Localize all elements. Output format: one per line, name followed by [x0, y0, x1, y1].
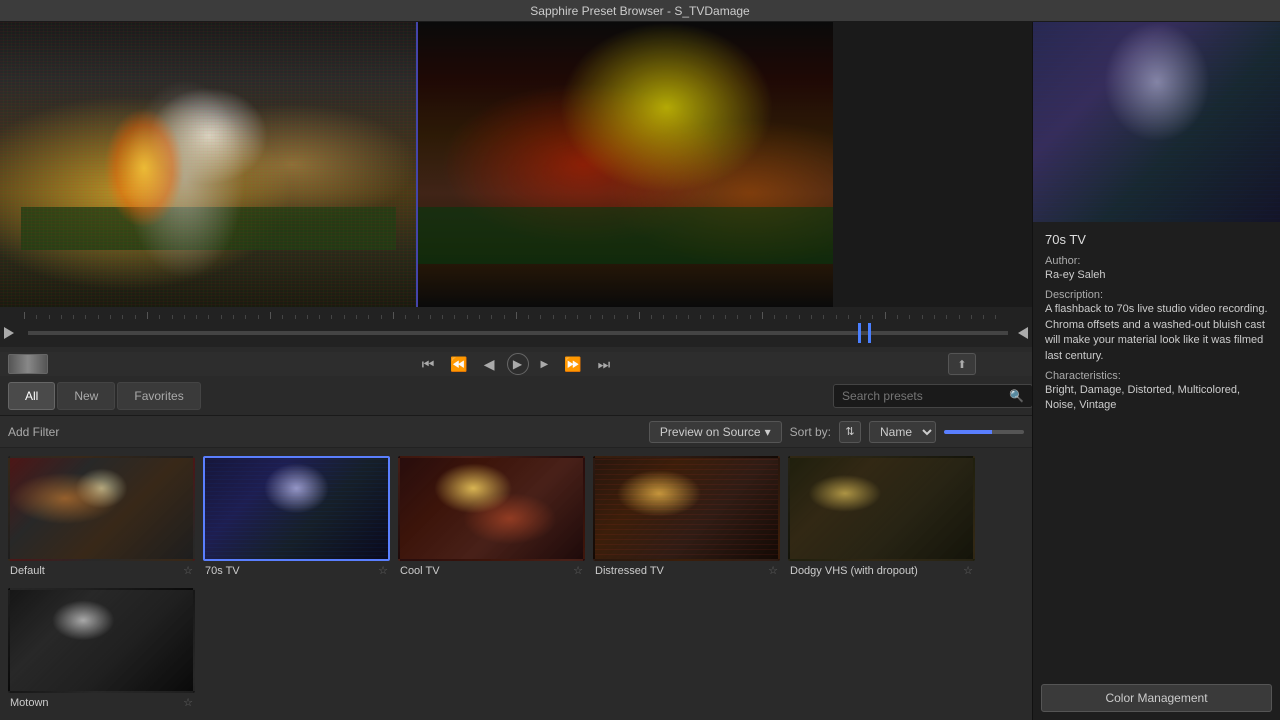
thumbnail-item-motown[interactable]: Motown ☆	[8, 588, 195, 712]
step-back-button[interactable]: ⏪	[446, 354, 471, 375]
characteristics-label: Characteristics:	[1045, 370, 1268, 382]
description-label: Description:	[1045, 289, 1268, 301]
timeline-end-arrow	[1018, 327, 1028, 339]
frame-back-button[interactable]: ◀	[480, 354, 499, 375]
title-bar: Sapphire Preset Browser - S_TVDamage	[0, 0, 1280, 22]
thumbnail-label-dodgyvhs: Dodgy VHS (with dropout)	[790, 565, 918, 577]
author-label: Author:	[1045, 255, 1268, 267]
description-value: A flashback to 70s live studio video rec…	[1045, 302, 1268, 364]
thumbnails-grid: Default☆70s TV☆Cool TV☆Distressed TV☆Dod…	[0, 448, 1032, 720]
thumbnail-item-70stv[interactable]: 70s TV ☆	[203, 456, 390, 580]
thumbnail-label-row-distressed: Distressed TV ☆	[593, 561, 780, 580]
video-preview	[0, 22, 833, 307]
thumbnail-favorite-icon-dodgyvhs[interactable]: ☆	[963, 564, 973, 577]
skip-to-end-button[interactable]: ⏭	[594, 354, 615, 375]
add-filter-button[interactable]: Add Filter	[8, 425, 59, 439]
thumbnail-label-row-cooltv: Cool TV ☆	[398, 561, 585, 580]
export-icon: ⬆	[957, 358, 966, 371]
filter-controls-right: Preview on Source ▾ Sort by: ⇅ Name	[649, 421, 1024, 443]
play-button[interactable]: ▶	[507, 353, 529, 375]
thumbnail-label-row-motown: Motown ☆	[8, 693, 195, 712]
timeline-tick	[24, 312, 36, 319]
tab-all[interactable]: All	[8, 382, 55, 410]
timeline-play-arrow	[4, 327, 14, 339]
author-value: Ra-ey Saleh	[1045, 268, 1268, 283]
thumbnail-favorite-icon-default[interactable]: ☆	[183, 564, 193, 577]
thumbnail-favorite-icon-distressed[interactable]: ☆	[768, 564, 778, 577]
color-management-button[interactable]: Color Management	[1041, 684, 1272, 712]
timeline-track[interactable]	[28, 331, 1008, 335]
preview-source-button[interactable]: Preview on Source ▾	[649, 421, 782, 443]
color-swatch[interactable]	[8, 354, 48, 374]
timeline-area	[0, 307, 1032, 352]
thumbnail-label-row-default: Default ☆	[8, 561, 195, 580]
thumbnail-image-default	[8, 456, 195, 561]
fire-effect	[104, 108, 184, 228]
main-layout: ⏮ ⏪ ◀ ▶ ▶ ⏩ ⏭ ⬆ All New Favorites 🔍	[0, 22, 1280, 720]
timeline-tick	[885, 312, 897, 319]
timeline-ticks	[0, 307, 1032, 319]
timeline-tick	[393, 312, 405, 319]
step-forward-button[interactable]: ⏩	[560, 354, 585, 375]
thumbnail-item-dodgyvhs[interactable]: Dodgy VHS (with dropout) ☆	[788, 456, 975, 580]
frame-forward-button[interactable]: ▶	[537, 357, 553, 372]
thumbnail-item-default[interactable]: Default ☆	[8, 456, 195, 580]
sort-icon: ⇅	[845, 425, 854, 438]
timeline-tick	[639, 312, 651, 319]
thumbnail-favorite-icon-motown[interactable]: ☆	[183, 696, 193, 709]
tab-favorites[interactable]: Favorites	[117, 382, 200, 410]
stadium-bg-right	[417, 22, 834, 307]
preset-preview	[1033, 22, 1280, 222]
thumbnail-size-slider[interactable]	[944, 430, 1024, 434]
thumbnail-image-70stv	[203, 456, 390, 561]
thumbnail-image-dodgyvhs	[788, 456, 975, 561]
thumbnail-label-70stv: 70s TV	[205, 565, 240, 577]
thumbnail-size-slider-wrap	[944, 430, 1024, 434]
timeline-tick	[762, 312, 774, 319]
skip-to-start-button[interactable]: ⏮	[418, 354, 439, 375]
thumbnail-item-cooltv[interactable]: Cool TV ☆	[398, 456, 585, 580]
presets-area: All New Favorites 🔍 Add Filter Preview o…	[0, 376, 1032, 720]
thumbnail-label-cooltv: Cool TV	[400, 565, 440, 577]
filter-bar: Add Filter Preview on Source ▾ Sort by: …	[0, 416, 1032, 448]
split-right	[417, 22, 834, 307]
sort-order-button[interactable]: ⇅	[839, 421, 861, 443]
search-area: 🔍	[833, 384, 1024, 408]
window-title: Sapphire Preset Browser - S_TVDamage	[530, 4, 749, 18]
thumbnail-label-row-dodgyvhs: Dodgy VHS (with dropout) ☆	[788, 561, 975, 580]
thumbnail-favorite-icon-cooltv[interactable]: ☆	[573, 564, 583, 577]
timeline-playhead	[868, 323, 871, 343]
preset-title: 70s TV	[1045, 232, 1268, 247]
preview-source-chevron-icon: ▾	[765, 425, 771, 439]
preset-info: 70s TV Author: Ra-ey Saleh Description: …	[1033, 222, 1280, 676]
sortby-label: Sort by:	[790, 425, 831, 439]
thumbnail-label-default: Default	[10, 565, 45, 577]
search-input[interactable]	[833, 384, 1033, 408]
split-left	[0, 22, 417, 307]
thumbnail-favorite-icon-70stv[interactable]: ☆	[378, 564, 388, 577]
timeline-tick	[270, 312, 282, 319]
thumbnail-image-motown	[8, 588, 195, 693]
right-panel: 70s TV Author: Ra-ey Saleh Description: …	[1032, 22, 1280, 720]
characteristics-value: Bright, Damage, Distorted, Multicolored,…	[1045, 383, 1268, 414]
thumbnail-image-cooltv	[398, 456, 585, 561]
timeline-tick	[516, 312, 528, 319]
thumbnail-item-distressed[interactable]: Distressed TV ☆	[593, 456, 780, 580]
thumbnail-label-distressed: Distressed TV	[595, 565, 664, 577]
tab-new[interactable]: New	[57, 382, 115, 410]
sort-name-select[interactable]: Name	[869, 421, 936, 443]
preview-panel: ⏮ ⏪ ◀ ▶ ▶ ⏩ ⏭ ⬆ All New Favorites 🔍	[0, 22, 1032, 720]
thumbnail-label-motown: Motown	[10, 697, 49, 709]
preview-source-label: Preview on Source	[660, 425, 761, 439]
thumbnail-label-row-70stv: 70s TV ☆	[203, 561, 390, 580]
filter-tabs-bar: All New Favorites 🔍	[0, 376, 1032, 416]
export-button[interactable]: ⬆	[948, 353, 976, 375]
timeline-tick	[147, 312, 159, 319]
split-divider	[416, 22, 418, 307]
transport-bar: ⏮ ⏪ ◀ ▶ ▶ ⏩ ⏭ ⬆	[0, 352, 1032, 376]
thumbnail-image-distressed	[593, 456, 780, 561]
preset-preview-visual	[1033, 22, 1280, 222]
timeline-bar[interactable]	[0, 319, 1032, 347]
